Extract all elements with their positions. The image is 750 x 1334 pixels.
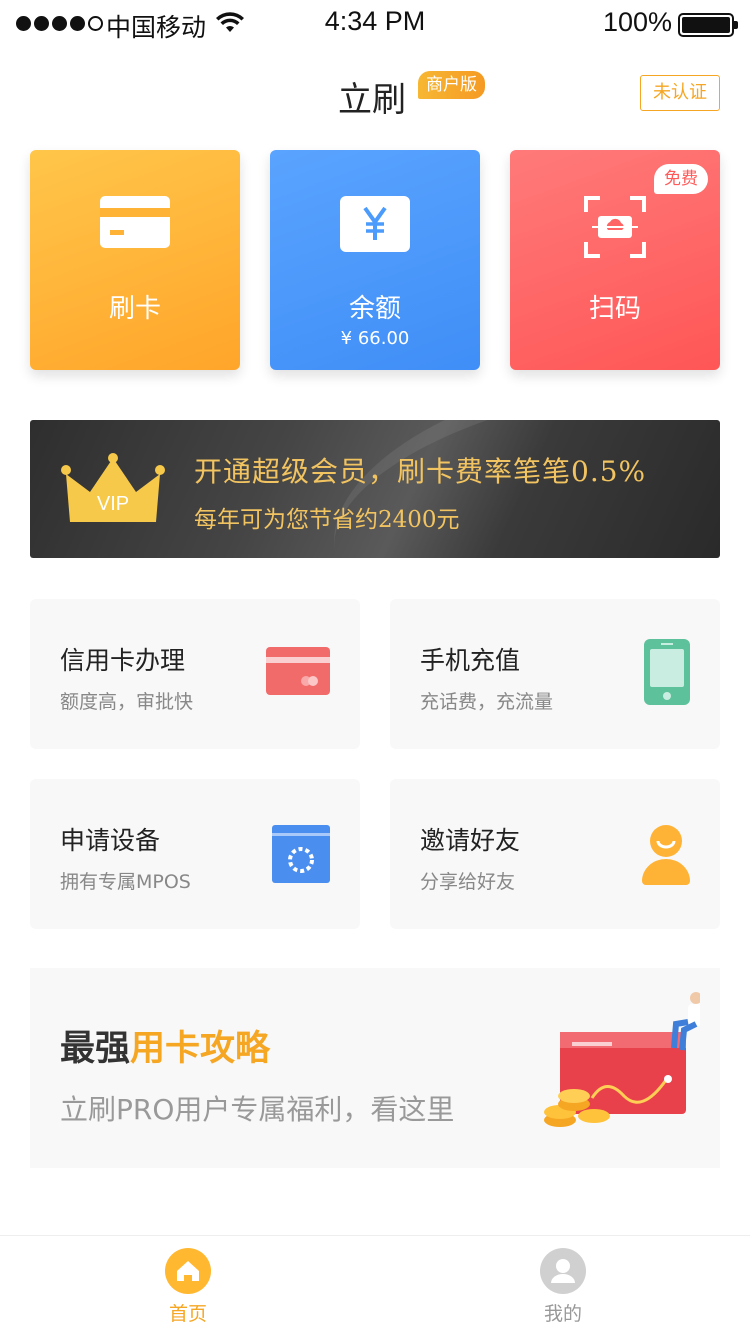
vip-membership-banner[interactable]: VIP 开通超级会员，刷卡费率笔笔0.5% 每年可为您节省约2400元 xyxy=(30,420,720,558)
card-subtitle: 额度高，审批快 xyxy=(60,691,194,713)
apply-device-service-card[interactable]: 申请设备 拥有专属MPOS xyxy=(30,779,360,929)
swipe-card-tile[interactable]: 刷卡 xyxy=(30,150,240,370)
vip-savings-text: 每年可为您节省约2400元 xyxy=(194,507,460,533)
guide-title: 最强用卡攻略 xyxy=(60,1029,271,1069)
credit-card-service-card[interactable]: 信用卡办理 额度高，审批快 xyxy=(30,599,360,749)
guide-subtitle: 立刷PRO用户专属福利，看这里 xyxy=(60,1093,455,1126)
tab-label: 首页 xyxy=(168,1303,207,1325)
tile-label: 余额 xyxy=(348,294,401,324)
home-icon xyxy=(165,1248,211,1294)
profile-icon xyxy=(540,1248,586,1294)
bottom-tab-bar: 首页 我的 xyxy=(0,1235,750,1334)
free-badge: 免费 xyxy=(654,164,708,194)
invite-friends-service-card[interactable]: 邀请好友 分享给好友 xyxy=(390,779,720,929)
card-title: 申请设备 xyxy=(60,826,161,855)
balance-tile[interactable]: 余额 ¥ 66.00 xyxy=(270,150,480,370)
card-guide-banner[interactable]: 最强用卡攻略 立刷PRO用户专属福利，看这里 xyxy=(30,968,720,1168)
verify-status-button[interactable]: 未认证 xyxy=(640,75,720,111)
vip-headline: 开通超级会员，刷卡费率笔笔0.5% xyxy=(194,455,647,488)
page-title: 立刷 xyxy=(338,80,406,120)
card-subtitle: 分享给好友 xyxy=(420,871,516,893)
tab-label: 我的 xyxy=(543,1303,582,1325)
pos-device-icon xyxy=(272,825,330,883)
phone-recharge-service-card[interactable]: 手机充值 充话费，充流量 xyxy=(390,599,720,749)
crown-text: VIP xyxy=(97,493,129,515)
phone-icon xyxy=(644,639,690,705)
status-bar: 中国移动 4:34 PM 100% xyxy=(0,0,750,48)
scan-code-tile[interactable]: 免费 扫码 xyxy=(510,150,720,370)
tab-mine[interactable]: 我的 xyxy=(488,1236,638,1334)
scan-icon xyxy=(584,196,646,258)
tile-label: 刷卡 xyxy=(108,294,161,324)
credit-card-icon xyxy=(266,647,330,695)
tile-label: 扫码 xyxy=(588,294,641,324)
card-subtitle: 拥有专属MPOS xyxy=(60,871,191,893)
battery-icon xyxy=(678,13,738,37)
battery-percentage: 100% xyxy=(602,7,672,37)
friend-icon xyxy=(642,825,690,885)
card-icon xyxy=(100,196,170,248)
tab-home[interactable]: 首页 xyxy=(113,1236,263,1334)
card-subtitle: 充话费，充流量 xyxy=(420,691,554,713)
crown-icon: VIP xyxy=(61,453,165,522)
card-title: 邀请好友 xyxy=(420,826,521,855)
balance-amount: ¥ 66.00 xyxy=(340,328,410,349)
yuan-icon xyxy=(340,196,410,252)
edition-badge: 商户版 xyxy=(418,71,485,99)
guide-illustration xyxy=(544,992,700,1127)
card-title: 手机充值 xyxy=(420,646,521,675)
card-title: 信用卡办理 xyxy=(60,646,186,675)
